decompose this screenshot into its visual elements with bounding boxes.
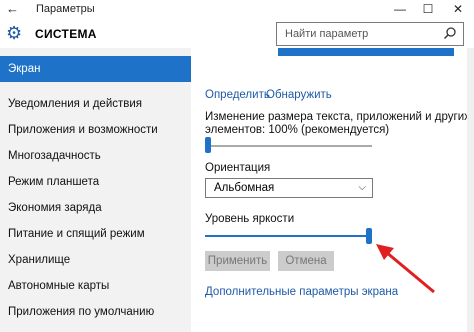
- orientation-label: Ориентация: [205, 162, 271, 174]
- section-title: СИСТЕМА: [35, 27, 97, 41]
- annotation-arrow-icon: [376, 244, 435, 294]
- scrollbar[interactable]: [467, 48, 474, 332]
- title-bar: ← Параметры — ☐ ✕: [0, 0, 474, 18]
- display-preview: [278, 48, 454, 56]
- brightness-slider-fill: [205, 235, 366, 237]
- sidebar-item-storage[interactable]: Хранилище: [0, 247, 191, 273]
- sidebar-item-multitasking[interactable]: Многозадачность: [0, 143, 191, 169]
- scale-label-line1: Изменение размера текста, приложений и д…: [205, 111, 470, 123]
- sidebar-item-battery-saver[interactable]: Экономия заряда: [0, 195, 191, 221]
- close-button[interactable]: ✕: [444, 0, 472, 18]
- scale-slider-thumb[interactable]: [205, 137, 211, 153]
- sidebar-item-apps[interactable]: Приложения и возможности: [0, 117, 191, 143]
- identify-link[interactable]: Определить: [205, 89, 270, 101]
- back-arrow-icon[interactable]: ←: [6, 1, 19, 16]
- apply-button[interactable]: Применить: [205, 251, 270, 271]
- minimize-button[interactable]: —: [386, 0, 414, 18]
- sidebar-item-notifications[interactable]: Уведомления и действия: [0, 91, 191, 117]
- scale-label-line2: элементов: 100% (рекомендуется): [205, 124, 390, 136]
- brightness-label: Уровень яркости: [205, 213, 295, 225]
- sidebar-item-tablet-mode[interactable]: Режим планшета: [0, 169, 191, 195]
- cancel-button[interactable]: Отмена: [278, 251, 334, 271]
- detect-link[interactable]: Обнаружить: [266, 89, 332, 101]
- window-title: Параметры: [36, 3, 95, 15]
- scale-slider-track[interactable]: [205, 145, 372, 147]
- chevron-down-icon: ⌵: [358, 182, 366, 193]
- search-placeholder: Найти параметр: [285, 28, 369, 40]
- gear-icon: ⚙: [6, 23, 23, 43]
- maximize-button[interactable]: ☐: [414, 0, 442, 18]
- sidebar-item-power-sleep[interactable]: Питание и спящий режим: [0, 221, 191, 247]
- search-input[interactable]: Найти параметр: [276, 22, 464, 46]
- orientation-select[interactable]: Альбомная ⌵: [205, 178, 373, 198]
- sidebar: Экран Уведомления и действия Приложения …: [0, 48, 191, 332]
- sidebar-item-offline-maps[interactable]: Автономные карты: [0, 273, 191, 299]
- sidebar-item-display[interactable]: Экран: [0, 56, 191, 82]
- sidebar-item-default-apps[interactable]: Приложения по умолчанию: [0, 299, 191, 325]
- orientation-value: Альбомная: [214, 182, 275, 194]
- search-icon[interactable]: [443, 26, 457, 40]
